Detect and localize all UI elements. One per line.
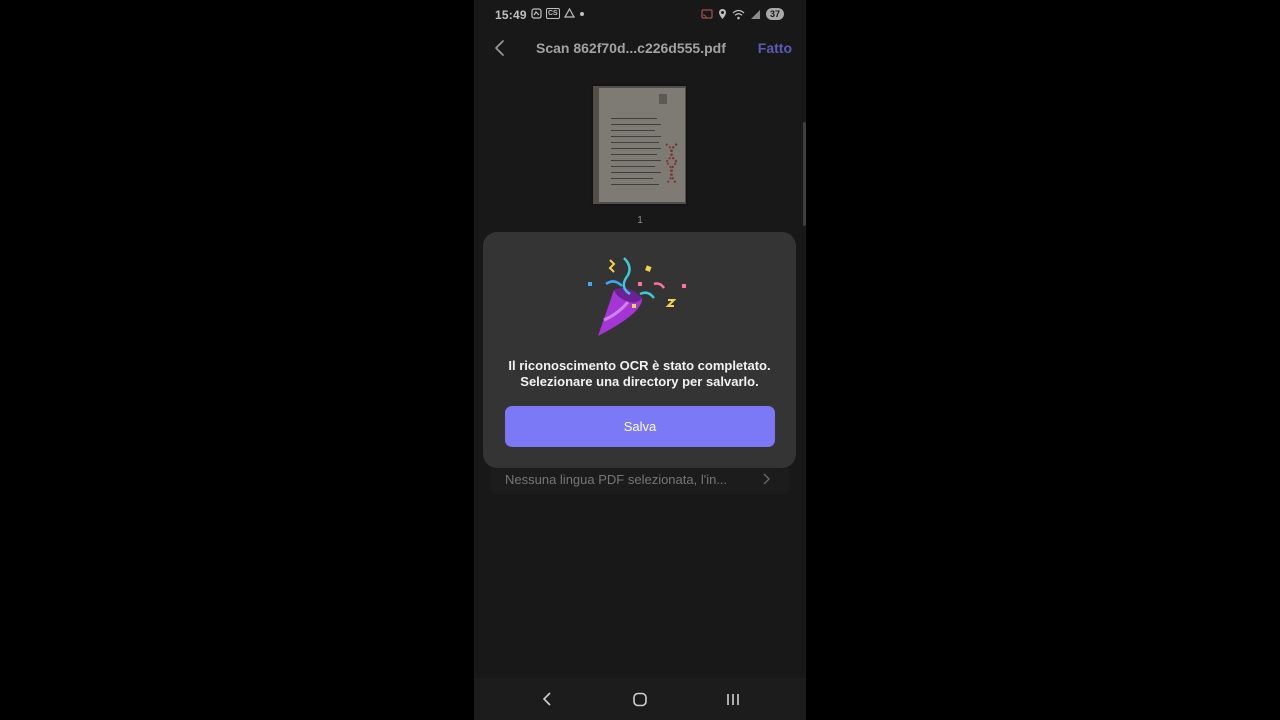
ocr-complete-dialog: Il riconoscimento OCR è stato completato… <box>483 232 796 468</box>
ocr-complete-message: Il riconoscimento OCR è stato completato… <box>483 358 796 390</box>
system-navigation-bar <box>474 678 806 720</box>
nav-back-icon[interactable] <box>540 691 554 707</box>
message-line-1: Il riconoscimento OCR è stato completato… <box>508 358 771 373</box>
nav-recent-apps-icon[interactable] <box>725 692 741 707</box>
party-popper-icon <box>588 257 686 336</box>
nav-home-icon[interactable] <box>632 692 648 707</box>
phone-screen: 15:49 CS 37 Scan 862f70d...c226d555.pdf … <box>474 0 806 720</box>
message-line-2: Selezionare una directory per salvarlo. <box>520 374 759 389</box>
save-button[interactable]: Salva <box>505 406 775 447</box>
